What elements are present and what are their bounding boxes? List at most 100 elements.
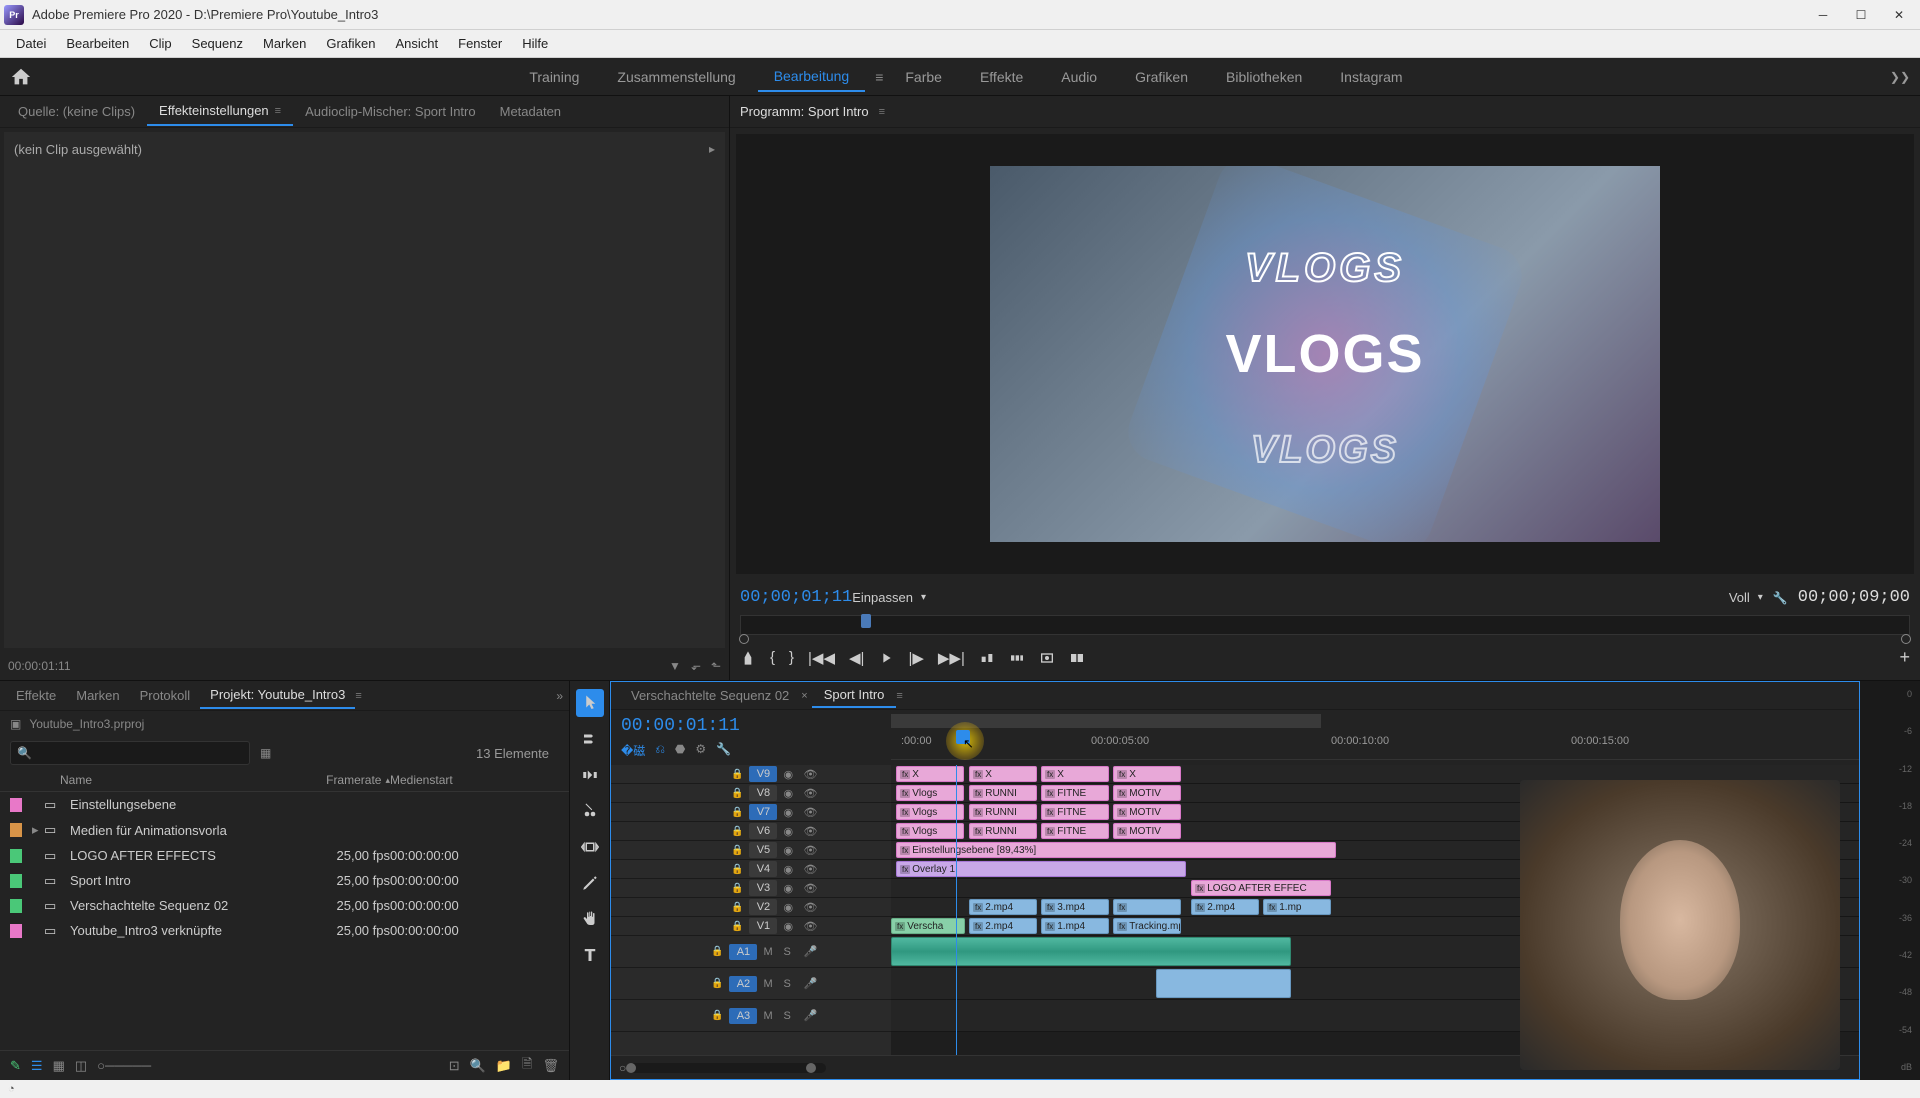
- project-item[interactable]: ▭ Sport Intro 25,00 fps 00:00:00:00: [0, 868, 569, 893]
- timeline-clip[interactable]: fxFITNE: [1041, 804, 1109, 820]
- step-forward-button[interactable]: |▶: [908, 649, 923, 667]
- workspace-grafiken[interactable]: Grafiken: [1119, 63, 1204, 91]
- mute-icon[interactable]: M: [763, 1010, 777, 1022]
- project-item[interactable]: ▭ Verschachtelte Sequenz 02 25,00 fps 00…: [0, 893, 569, 918]
- video-track-header[interactable]: 🔒 V2 ◉ 👁: [611, 898, 891, 917]
- toggle-sync-icon[interactable]: 👁: [803, 787, 817, 800]
- find-icon[interactable]: 🔍: [470, 1058, 486, 1074]
- project-item[interactable]: ▭ LOGO AFTER EFFECTS 25,00 fps 00:00:00:…: [0, 843, 569, 868]
- timeline-playhead[interactable]: [956, 730, 970, 744]
- source-tab[interactable]: Effekteinstellungen≡: [147, 97, 293, 126]
- ripple-edit-tool[interactable]: [576, 761, 604, 789]
- menu-datei[interactable]: Datei: [6, 32, 56, 55]
- video-track-header[interactable]: 🔒 V6 ◉ 👁: [611, 822, 891, 841]
- column-name[interactable]: Name: [10, 773, 270, 787]
- toggle-output-icon[interactable]: ◉: [783, 901, 797, 914]
- track-name[interactable]: V5: [749, 842, 777, 858]
- column-framerate[interactable]: Framerate▴: [270, 773, 390, 787]
- source-tab[interactable]: Metadaten: [488, 98, 573, 125]
- lock-icon[interactable]: 🔒: [731, 902, 743, 913]
- pen-icon[interactable]: ✎: [10, 1058, 21, 1074]
- toggle-output-icon[interactable]: ◉: [783, 825, 797, 838]
- workspace-farbe[interactable]: Farbe: [889, 63, 958, 91]
- workspace-training[interactable]: Training: [513, 63, 595, 91]
- menu-marken[interactable]: Marken: [253, 32, 316, 55]
- playhead-line[interactable]: [956, 765, 957, 1055]
- timeline-clip[interactable]: fx1.mp4: [1041, 918, 1109, 934]
- timeline-clip[interactable]: fxVlogs: [896, 785, 964, 801]
- wrench-icon[interactable]: 🔧: [716, 742, 731, 759]
- track-select-tool[interactable]: [576, 725, 604, 753]
- overwrite-icon[interactable]: ⬑: [711, 659, 721, 673]
- zoom-slider[interactable]: ○─────: [97, 1058, 151, 1073]
- lock-icon[interactable]: 🔒: [711, 946, 723, 957]
- video-track-header[interactable]: 🔒 V7 ◉ 👁: [611, 803, 891, 822]
- search-field[interactable]: [38, 746, 243, 760]
- workspace-menu-icon[interactable]: ≡: [875, 69, 883, 85]
- workspace-instagram[interactable]: Instagram: [1324, 63, 1418, 91]
- timeline-clip[interactable]: fxFITNE: [1041, 785, 1109, 801]
- video-track-header[interactable]: 🔒 V1 ◉ 👁: [611, 917, 891, 936]
- timeline-clip[interactable]: fxMOTIV: [1113, 804, 1181, 820]
- toggle-output-icon[interactable]: ◉: [783, 863, 797, 876]
- lock-icon[interactable]: 🔒: [731, 883, 743, 894]
- timeline-clip[interactable]: [891, 937, 1291, 966]
- track-name[interactable]: V6: [749, 823, 777, 839]
- expand-arrow-icon[interactable]: ▸: [709, 142, 715, 156]
- menu-grafiken[interactable]: Grafiken: [316, 32, 385, 55]
- go-to-out-button[interactable]: ▶▶|: [938, 649, 965, 667]
- mark-out-button[interactable]: }: [789, 649, 794, 666]
- menu-clip[interactable]: Clip: [139, 32, 181, 55]
- tab-menu-icon[interactable]: ≡: [355, 690, 361, 702]
- playback-quality-select[interactable]: Voll▾: [1729, 590, 1763, 605]
- audio-track-header[interactable]: 🔒 A2 M S 🎤: [611, 968, 891, 1000]
- type-tool[interactable]: [576, 941, 604, 969]
- close-tab-icon[interactable]: ×: [801, 690, 807, 702]
- workspace-bearbeitung[interactable]: Bearbeitung: [758, 62, 866, 92]
- comparison-view-button[interactable]: [1069, 650, 1085, 666]
- toggle-output-icon[interactable]: ◉: [783, 787, 797, 800]
- program-timecode-current[interactable]: 00;00;01;11: [740, 588, 852, 607]
- add-marker-icon[interactable]: ⬣: [675, 742, 685, 759]
- work-area-bar[interactable]: [891, 714, 1321, 728]
- lock-icon[interactable]: 🔒: [731, 845, 743, 856]
- snap-icon[interactable]: �磁: [621, 742, 645, 759]
- timeline-clip[interactable]: fx3.mp4: [1041, 899, 1109, 915]
- filter-icon[interactable]: ▼: [669, 659, 681, 673]
- toggle-sync-icon[interactable]: 👁: [803, 768, 817, 781]
- lock-icon[interactable]: 🔒: [731, 826, 743, 837]
- project-item[interactable]: ▭ Youtube_Intro3 verknüpfte 25,00 fps 00…: [0, 918, 569, 943]
- maximize-button[interactable]: ☐: [1852, 6, 1870, 24]
- project-item[interactable]: ▭ Einstellungsebene: [0, 792, 569, 817]
- timeline-clip[interactable]: fxX: [1113, 766, 1181, 782]
- lock-icon[interactable]: 🔒: [731, 864, 743, 875]
- timeline-clip[interactable]: fxTracking.mp4: [1113, 918, 1181, 934]
- timeline-clip[interactable]: fxRUNNI: [969, 823, 1037, 839]
- delete-icon[interactable]: 🗑: [542, 1058, 559, 1074]
- project-search-input[interactable]: 🔍: [10, 741, 250, 765]
- timeline-clip[interactable]: fxX: [969, 766, 1037, 782]
- video-track-header[interactable]: 🔒 V9 ◉ 👁: [611, 765, 891, 784]
- timeline-clip[interactable]: fxRUNNI: [969, 785, 1037, 801]
- timeline-tab[interactable]: Verschachtelte Sequenz 02: [619, 684, 801, 707]
- slip-tool[interactable]: [576, 833, 604, 861]
- timeline-clip[interactable]: fxVerscha: [891, 918, 965, 934]
- zoom-fit-select[interactable]: Einpassen▾: [852, 590, 926, 605]
- track-name[interactable]: A1: [729, 944, 757, 960]
- new-item-icon[interactable]: 🗎: [522, 1055, 532, 1077]
- linked-selection-icon[interactable]: ⎌: [655, 742, 665, 759]
- workspace-zusammenstellung[interactable]: Zusammenstellung: [601, 63, 751, 91]
- mark-in-button[interactable]: {: [770, 649, 775, 666]
- timeline-zoom-slider[interactable]: [626, 1063, 826, 1073]
- lock-icon[interactable]: 🔒: [731, 769, 743, 780]
- track-name[interactable]: A3: [729, 1008, 757, 1024]
- column-mediastart[interactable]: Medienstart: [390, 773, 510, 787]
- mute-icon[interactable]: M: [763, 946, 777, 958]
- solo-icon[interactable]: S: [783, 1010, 797, 1022]
- track-name[interactable]: V2: [749, 899, 777, 915]
- track-name[interactable]: V7: [749, 804, 777, 820]
- timeline-clip[interactable]: fxVlogs: [896, 804, 964, 820]
- project-tab[interactable]: Projekt: Youtube_Intro3: [200, 682, 355, 709]
- toggle-sync-icon[interactable]: 👁: [803, 882, 817, 895]
- track-name[interactable]: V8: [749, 785, 777, 801]
